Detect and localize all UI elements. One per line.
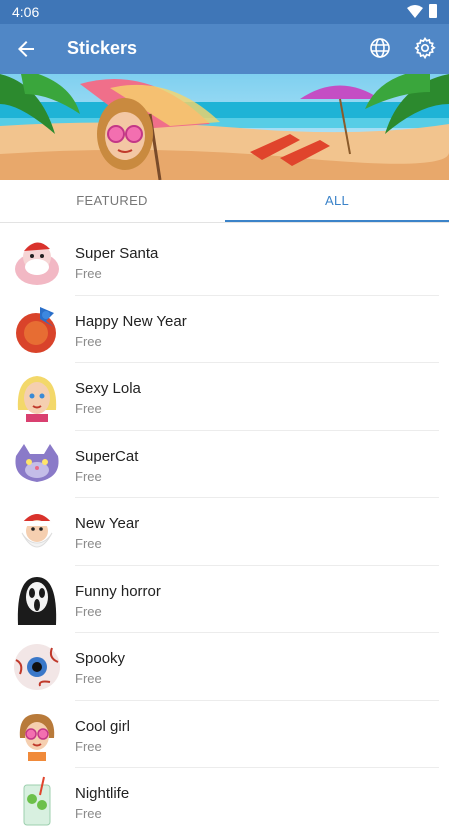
list-item[interactable]: Super Santa Free	[0, 228, 449, 296]
list-item[interactable]: Spooky Free	[0, 633, 449, 701]
banner-image	[0, 74, 449, 180]
globe-icon[interactable]	[368, 36, 392, 60]
scream-mask-sticker-icon	[17, 576, 57, 625]
sticker-name: Nightlife	[75, 785, 130, 802]
cool-girl-sticker-icon	[19, 713, 55, 761]
list-item[interactable]: Cool girl Free	[0, 701, 449, 768]
page-title: Stickers	[67, 38, 138, 58]
sticker-name: Happy New Year	[75, 312, 187, 330]
app-bar: Stickers	[0, 24, 449, 74]
sticker-price: Free	[75, 468, 102, 484]
lola-sticker-icon	[17, 376, 57, 422]
sticker-name: Sexy Lola	[75, 380, 141, 397]
tab-featured-label: FEATURED	[76, 193, 148, 208]
list-item[interactable]: Sexy Lola Free	[0, 363, 449, 431]
sticker-name: SuperCat	[75, 447, 139, 465]
arrow-back-icon[interactable]	[14, 37, 38, 61]
tab-selected-indicator	[225, 220, 449, 222]
sticker-name: New Year	[75, 515, 140, 532]
sticker-price: Free	[75, 806, 102, 821]
list-item[interactable]: Nightlife Free	[0, 768, 449, 836]
list-item[interactable]: Funny horror Free	[0, 566, 449, 633]
list-item[interactable]: SuperCat Free	[0, 431, 449, 498]
tab-all[interactable]: ALL	[225, 180, 449, 222]
list-item[interactable]: Happy New Year Free	[0, 296, 449, 363]
sticker-name: Funny horror	[75, 582, 161, 600]
santa-face-sticker-icon	[21, 514, 53, 548]
sticker-list: Super Santa Free Happy New Year Free Sex…	[0, 228, 449, 836]
list-item[interactable]: New Year Free	[0, 498, 449, 566]
status-bar: 4:06	[0, 0, 449, 24]
eyeball-sticker-icon	[14, 644, 60, 690]
tab-all-label: ALL	[324, 193, 350, 208]
sticker-price: Free	[75, 266, 102, 281]
status-time: 4:06	[12, 4, 40, 20]
ornament-sticker-icon	[16, 306, 56, 353]
cocktail-sticker-icon	[23, 776, 51, 826]
tab-bar: FEATURED ALL	[0, 180, 449, 223]
santa-sticker-icon	[15, 242, 59, 285]
sticker-name: Cool girl	[75, 717, 131, 735]
sticker-price: Free	[75, 738, 102, 754]
gear-icon[interactable]	[413, 36, 437, 60]
sticker-price: Free	[75, 333, 102, 349]
sticker-price: Free	[75, 671, 102, 686]
tab-featured[interactable]: FEATURED	[0, 180, 224, 222]
battery-icon	[429, 4, 437, 18]
sticker-name: Super Santa	[75, 245, 159, 262]
sticker-price: Free	[75, 401, 102, 416]
wifi-icon	[407, 5, 423, 18]
sticker-name: Spooky	[75, 650, 126, 667]
cat-sticker-icon	[15, 443, 59, 482]
sticker-price: Free	[75, 536, 102, 551]
sticker-price: Free	[75, 603, 102, 619]
